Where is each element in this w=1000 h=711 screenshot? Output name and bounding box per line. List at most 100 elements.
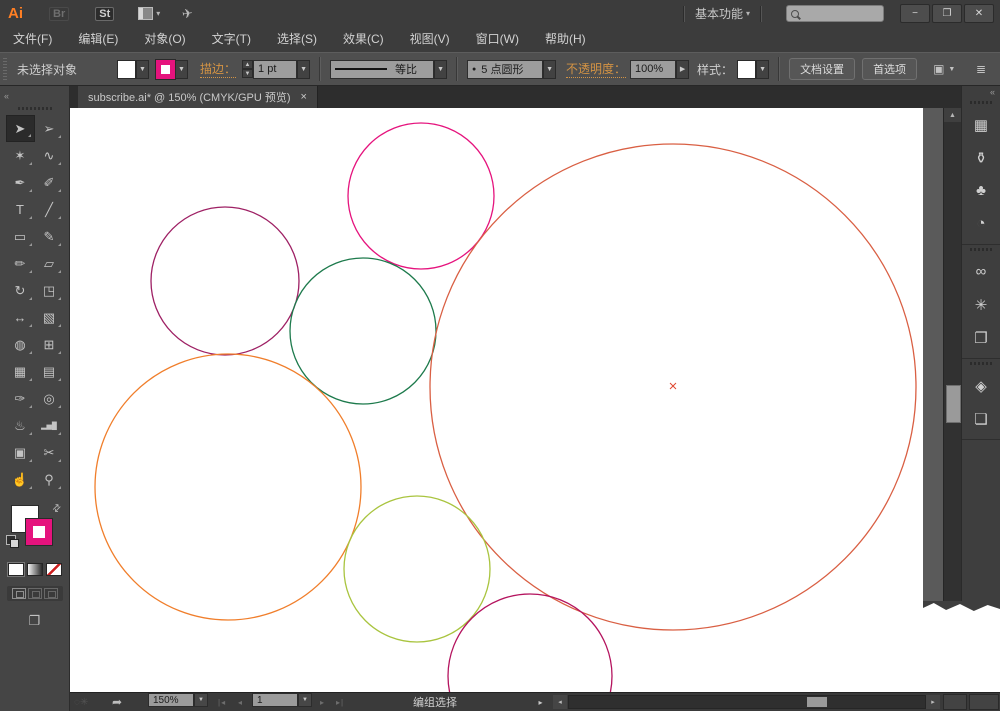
menu-item-5[interactable]: 效果(C) xyxy=(330,27,397,52)
chevron-down-icon[interactable]: ▼ xyxy=(948,66,955,73)
mesh-tool[interactable]: ▦ xyxy=(6,358,35,385)
stepper-down-icon[interactable]: ▼ xyxy=(242,69,254,78)
corner-grip[interactable] xyxy=(969,694,999,710)
menu-item-4[interactable]: 选择(S) xyxy=(264,27,330,52)
arrange-documents-button[interactable]: ▾ xyxy=(138,7,160,20)
swatches-panel[interactable]: ▦ xyxy=(962,108,1000,141)
pencil-tool[interactable]: ✏ xyxy=(6,250,35,277)
preferences-button[interactable]: 首选项 xyxy=(862,58,918,80)
vertical-scroll-thumb[interactable] xyxy=(946,385,961,423)
tab-close-icon[interactable]: × xyxy=(301,91,307,103)
stepper-up-icon[interactable]: ▲ xyxy=(242,60,254,69)
style-swatch[interactable] xyxy=(737,59,757,79)
zoom-dropdown-icon[interactable]: ▼ xyxy=(194,693,208,707)
search-input[interactable] xyxy=(786,5,884,22)
brush-select[interactable]: ● 5 点圆形 xyxy=(467,59,544,79)
first-artboard-button[interactable]: |◂ xyxy=(218,693,226,711)
scroll-up-icon[interactable]: ▲ xyxy=(944,108,961,122)
bridge-button[interactable]: Br xyxy=(49,6,70,21)
document-tab[interactable]: subscribe.ai* @ 150% (CMYK/GPU 预览) × xyxy=(78,86,318,108)
column-graph-tool[interactable]: ▂▅█ xyxy=(35,412,64,439)
direct-selection-tool[interactable]: ➢ xyxy=(35,115,64,142)
horizontal-scrollbar[interactable] xyxy=(568,695,926,709)
width-tool[interactable]: ↔ xyxy=(6,304,35,331)
draw-behind-button[interactable] xyxy=(28,588,42,599)
artboard-canvas[interactable] xyxy=(70,108,923,692)
stroke-profile-select[interactable]: 等比 xyxy=(330,59,435,79)
links-panel[interactable]: ❐ xyxy=(962,321,1000,354)
gradient-tool[interactable]: ▤ xyxy=(35,358,64,385)
panel-grip[interactable] xyxy=(970,101,992,104)
rotate-tool[interactable]: ↻ xyxy=(6,277,35,304)
circle-magenta[interactable] xyxy=(347,122,495,270)
swap-fill-stroke-icon[interactable]: ⇄ xyxy=(50,502,64,516)
panel-grip[interactable] xyxy=(17,107,52,110)
scroll-right-icon[interactable]: ▸ xyxy=(926,695,940,709)
symbols-panel[interactable]: ♣ xyxy=(962,174,1000,207)
brushes-panel[interactable]: ⚱ xyxy=(962,141,1000,174)
magic-wand-tool[interactable]: ✶ xyxy=(6,142,35,169)
brush-dropdown-button[interactable]: ▼ xyxy=(543,59,557,79)
last-artboard-button[interactable]: ▸| xyxy=(336,693,344,711)
artboard-number-input[interactable]: 1 xyxy=(252,693,298,707)
circle-green[interactable] xyxy=(289,257,437,405)
close-button[interactable]: ✕ xyxy=(964,4,994,23)
line-segment-tool[interactable]: ╱ xyxy=(35,196,64,223)
shape-builder-tool[interactable]: ◍ xyxy=(6,331,35,358)
stroke-width-dropdown-button[interactable]: ▼ xyxy=(297,59,311,79)
menu-item-6[interactable]: 视图(V) xyxy=(397,27,463,52)
gradient-button[interactable] xyxy=(26,563,43,576)
eyedropper-tool[interactable]: ✑ xyxy=(6,385,35,412)
paintbrush-tool[interactable]: ✎ xyxy=(35,223,64,250)
vertical-scrollbar[interactable]: ▲ xyxy=(943,108,961,601)
gpu-performance-icon[interactable]: ✈ xyxy=(181,5,194,22)
rectangle-tool[interactable]: ▭ xyxy=(6,223,35,250)
artboard-dropdown-icon[interactable]: ▼ xyxy=(298,693,312,707)
control-panel-menu-icon[interactable]: ≣ xyxy=(976,62,986,76)
slice-tool[interactable]: ✂ xyxy=(35,439,64,466)
draw-normal-button[interactable] xyxy=(12,588,26,599)
fill-color-swatch[interactable] xyxy=(117,59,137,79)
stroke-panel-link[interactable]: 描边： xyxy=(200,60,237,78)
color-guide-panel[interactable]: ✳ xyxy=(962,288,1000,321)
hand-tool[interactable]: ☝ xyxy=(6,466,35,493)
lasso-tool[interactable]: ∿ xyxy=(35,142,64,169)
color-button[interactable] xyxy=(6,562,25,577)
free-transform-tool[interactable]: ▧ xyxy=(35,304,64,331)
stroke-color-swatch[interactable] xyxy=(155,58,177,80)
opacity-dropdown-button[interactable]: ▶ xyxy=(676,59,690,79)
perspective-grid-tool[interactable]: ⊞ xyxy=(35,331,64,358)
collapse-dock-icon[interactable]: « xyxy=(0,90,13,102)
creative-cloud-panel[interactable]: ∞ xyxy=(962,255,1000,288)
artboards-panel[interactable]: ❏ xyxy=(962,402,1000,435)
workspace-switcher[interactable]: 基本功能 xyxy=(695,5,743,22)
circle-crimson[interactable] xyxy=(447,593,613,692)
layers-panel[interactable]: ◈ xyxy=(962,369,1000,402)
panel-grip[interactable] xyxy=(970,362,992,365)
menu-item-1[interactable]: 编辑(E) xyxy=(65,27,131,52)
symbol-sprayer-tool[interactable]: ♨ xyxy=(6,412,35,439)
share-icon[interactable]: ➦ xyxy=(112,693,122,711)
curvature-tool[interactable]: ✐ xyxy=(35,169,64,196)
fill-dropdown-button[interactable]: ▼ xyxy=(136,59,150,79)
pen-tool[interactable]: ✒ xyxy=(6,169,35,196)
circle-purple[interactable] xyxy=(150,206,300,356)
opacity-input[interactable]: 100% xyxy=(630,59,677,79)
stock-button[interactable]: St xyxy=(95,6,115,21)
stroke-width-stepper[interactable]: ▲ ▼ xyxy=(242,60,254,78)
panel-grip[interactable] xyxy=(3,58,7,80)
eraser-tool[interactable]: ▱ xyxy=(35,250,64,277)
screen-mode-button[interactable]: ❐ xyxy=(0,613,69,629)
stroke-proxy-swatch[interactable] xyxy=(25,518,53,546)
stroke-dropdown-button[interactable]: ▼ xyxy=(175,59,189,79)
type-tool[interactable]: T xyxy=(6,196,35,223)
scale-tool[interactable]: ◳ xyxy=(35,277,64,304)
menu-item-2[interactable]: 对象(O) xyxy=(131,27,198,52)
blend-tool[interactable]: ◎ xyxy=(35,385,64,412)
draw-inside-button[interactable] xyxy=(44,588,58,599)
expand-dock-icon[interactable]: « xyxy=(962,86,1000,98)
none-button[interactable] xyxy=(45,563,62,576)
menu-item-8[interactable]: 帮助(H) xyxy=(532,27,599,52)
gradient-panel[interactable]: ◔ xyxy=(962,207,1000,240)
next-artboard-button[interactable]: ▸ xyxy=(320,693,325,711)
